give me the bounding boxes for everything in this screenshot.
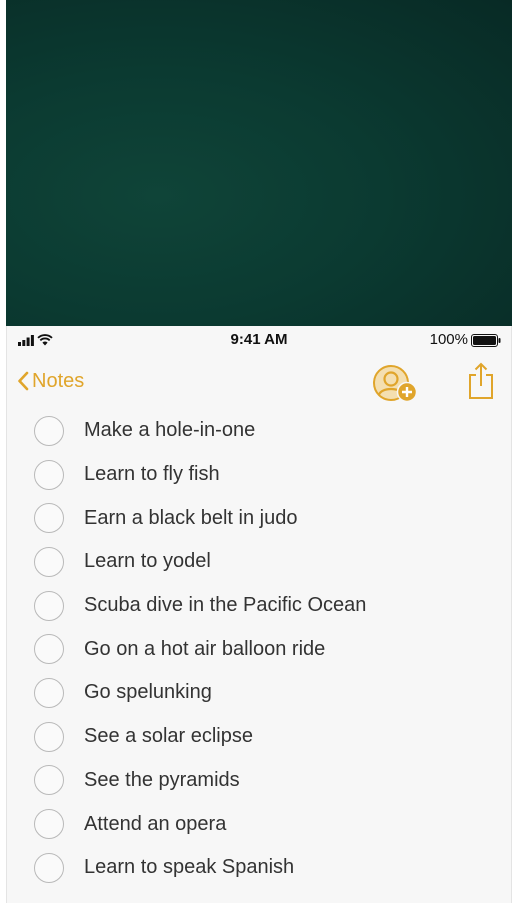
checklist-item-label: See the pyramids [84, 768, 240, 791]
checklist-item[interactable]: Learn to yodel [7, 540, 511, 584]
checklist-item[interactable]: Learn to fly fish [7, 453, 511, 497]
checklist-item-label: See a solar eclipse [84, 725, 253, 748]
add-person-icon[interactable] [371, 362, 421, 404]
share-icon[interactable] [466, 360, 496, 402]
checklist-item-label: Learn to speak Spanish [84, 856, 295, 879]
battery-icon [471, 334, 501, 347]
checkbox-circle[interactable] [34, 677, 64, 708]
checkbox-circle[interactable] [34, 546, 64, 577]
checkbox-circle[interactable] [34, 809, 64, 840]
back-to-notes-button[interactable]: Notes [17, 366, 84, 396]
checklist-item[interactable]: Make a hole-in-one [7, 409, 511, 453]
phone-screen: 9:41 AM 100% Notes Make a hole-in-one Le… [6, 326, 512, 903]
checklist-item-label: Go spelunking [84, 681, 212, 704]
checklist: Make a hole-in-one Learn to fly fish Earn … [7, 409, 511, 890]
checklist-item[interactable]: See a solar eclipse [7, 715, 511, 759]
checkbox-circle[interactable] [34, 765, 64, 796]
checklist-item[interactable]: Scuba dive in the Pacific Ocean [7, 584, 511, 628]
checklist-item[interactable]: Attend an opera [7, 802, 511, 846]
checklist-item-label: Earn a black belt in judo [84, 506, 298, 529]
checkbox-circle[interactable] [34, 590, 64, 621]
back-label: Notes [32, 369, 85, 392]
checklist-item-label: Attend an opera [84, 812, 227, 835]
battery-percent: 100% [429, 331, 468, 348]
checklist-item-label: Learn to yodel [84, 550, 211, 573]
status-bar: 9:41 AM 100% [7, 326, 511, 354]
checkbox-circle[interactable] [34, 503, 64, 534]
checklist-item[interactable]: Go spelunking [7, 671, 511, 715]
checklist-item[interactable]: Go on a hot air balloon ride [7, 627, 511, 671]
checklist-item[interactable]: Learn to speak Spanish [7, 846, 511, 890]
screenshot-frame: 9:41 AM 100% Notes Make a hole-in-one Le… [0, 0, 516, 907]
checklist-item[interactable]: See the pyramids [7, 759, 511, 803]
checkbox-circle[interactable] [34, 721, 64, 752]
checkbox-circle[interactable] [34, 634, 64, 665]
checklist-item-label: Learn to fly fish [84, 463, 220, 486]
checkbox-circle[interactable] [34, 852, 64, 883]
navigation-bar: Notes [7, 354, 511, 412]
checkbox-circle[interactable] [34, 415, 64, 446]
checklist-item[interactable]: Earn a black belt in judo [7, 496, 511, 540]
checklist-item-label: Make a hole-in-one [84, 419, 256, 442]
checkbox-circle[interactable] [34, 459, 64, 490]
chevron-left-icon [18, 371, 29, 391]
checklist-item-label: Scuba dive in the Pacific Ocean [84, 594, 367, 617]
dark-background [6, 0, 512, 326]
checklist-item-label: Go on a hot air balloon ride [84, 637, 326, 660]
